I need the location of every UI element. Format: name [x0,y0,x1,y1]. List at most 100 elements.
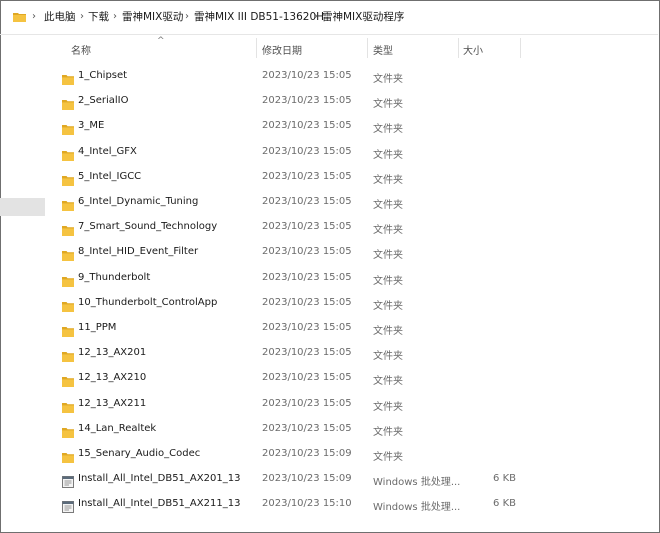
file-name: 4_Intel_GFX [78,145,137,157]
file-modified-date: 2023/10/23 15:05 [262,322,352,333]
file-modified-date: 2023/10/23 15:05 [262,271,352,283]
folder-icon [62,347,74,363]
file-name: 12_13_AX201 [78,347,147,359]
column-divider[interactable] [367,38,368,58]
file-size: 6 KB [493,473,516,485]
column-header: 名称 修改日期 类型 大小 [0,35,658,61]
file-row[interactable]: 12_13_AX211 2023/10/23 15:05 文件夹 [0,393,658,417]
file-modified-date: 2023/10/23 15:05 [262,296,352,308]
file-row[interactable]: 7_Smart_Sound_Technology 2023/10/23 15:05… [0,216,658,240]
file-row[interactable]: 14_Lan_Realtek 2023/10/23 15:05 文件夹 [0,418,658,442]
folder-icon [62,272,74,287]
file-name: 9_Thunderbolt [78,271,151,283]
breadcrumb-downloads[interactable]: 下载 [88,10,109,24]
file-row[interactable]: 1_Chipset 2023/10/23 15:05 文件夹 [0,65,658,89]
file-modified-date: 2023/10/23 15:10 [262,498,352,510]
file-name: 5_Intel_IGCC [78,170,142,182]
file-name: 10_Thunderbolt_ControlApp [78,296,218,308]
file-row[interactable]: 6_Intel_Dynamic_Tuning 2023/10/23 15:05 文件… [0,191,658,215]
folder-icon [62,221,74,237]
file-row[interactable]: 8_Intel_HID_Event_Filter 2023/10/23 15:05… [0,241,658,265]
file-modified-date: 2023/10/23 15:09 [262,448,352,459]
file-modified-date: 2023/10/23 15:05 [262,120,352,132]
batch-file-icon [62,473,74,489]
file-name: 2_SerialIO [78,95,129,107]
file-row[interactable]: 4_Intel_GFX 2023/10/23 15:05 文件夹 [0,141,658,165]
file-modified-date: 2023/10/23 15:05 [262,95,352,107]
file-name: Install_All_Intel_DB51_AX211_13 [78,498,241,510]
file-row[interactable]: 10_Thunderbolt_ControlApp 2023/10/23 15:0… [0,292,658,316]
file-type: 文件夹 [373,225,403,237]
file-row[interactable]: 11_PPM 2023/10/23 15:05 文件夹 [0,317,658,341]
chevron-right-icon: › [32,11,36,22]
column-header-name[interactable]: 名称 [71,42,91,57]
file-row[interactable]: 12_13_AX210 2023/10/23 15:05 文件夹 [0,367,658,391]
file-name: Install_All_Intel_DB51_AX201_13 [78,473,241,485]
file-type: 文件夹 [373,124,403,136]
file-name: 1_Chipset [78,70,128,81]
chevron-right-icon: › [113,11,117,22]
folder-icon [62,322,74,337]
file-name: 12_13_AX211 [78,397,147,409]
file-name: 15_Senary_Audio_Codec [78,448,201,459]
file-modified-date: 2023/10/23 15:05 [262,246,352,258]
file-row[interactable]: 5_Intel_IGCC 2023/10/23 15:05 文件夹 [0,166,658,190]
breadcrumb-current[interactable]: 雷神MIX驱动程序 [322,10,404,24]
file-type: 文件夹 [373,376,403,388]
file-name: 12_13_AX210 [78,372,147,384]
file-modified-date: 2023/10/23 15:05 [262,422,352,434]
column-divider[interactable] [458,38,459,58]
file-row[interactable]: 12_13_AX201 2023/10/23 15:05 文件夹 [0,342,658,366]
folder-icon [62,146,74,161]
folder-icon [62,171,74,186]
folder-icon [62,372,74,388]
file-size: 6 KB [493,498,516,510]
file-row[interactable]: 3_ME 2023/10/23 15:05 文件夹 [0,115,658,139]
file-type: 文件夹 [373,452,403,463]
file-modified-date: 2023/10/23 15:05 [262,196,352,207]
file-modified-date: 2023/10/23 15:05 [262,397,352,409]
folder-icon [62,448,74,463]
folder-icon [62,297,74,312]
file-type: 文件夹 [373,250,403,262]
breadcrumb: › 此电脑 › 下载 › 雷神MIX驱动 › 雷神MIX III DB51-13… [0,0,658,35]
file-type: Windows 批处理... [373,477,461,489]
breadcrumb-model[interactable]: 雷神MIX III DB51-13620H [194,10,324,24]
file-name: 8_Intel_HID_Event_Filter [78,246,199,258]
sort-ascending-icon: ^ [157,36,165,46]
file-modified-date: 2023/10/23 15:09 [262,473,352,485]
folder-icon [62,70,74,85]
file-row[interactable]: Install_All_Intel_DB51_AX211_13 2023/10/2… [0,493,658,517]
file-modified-date: 2023/10/23 15:05 [262,170,352,182]
file-row[interactable]: 2_SerialIO 2023/10/23 15:05 文件夹 [0,90,658,114]
folder-icon [62,196,74,211]
chevron-right-icon: › [185,11,189,22]
chevron-right-icon: › [80,11,84,22]
file-type: Windows 批处理... [373,502,461,514]
breadcrumb-mix-drivers[interactable]: 雷神MIX驱动 [122,10,183,24]
file-name: 14_Lan_Realtek [78,422,157,434]
chevron-right-icon: › [314,11,318,22]
file-modified-date: 2023/10/23 15:05 [262,221,352,233]
file-row[interactable]: Install_All_Intel_DB51_AX201_13 2023/10/2… [0,468,658,492]
file-type: 文件夹 [373,426,403,438]
column-divider[interactable] [520,38,521,58]
file-type: 文件夹 [373,74,403,85]
file-type: 文件夹 [373,149,403,161]
breadcrumb-this-pc[interactable]: 此电脑 [44,10,76,24]
column-header-date[interactable]: 修改日期 [262,42,302,57]
file-type: 文件夹 [373,300,403,312]
column-divider[interactable] [256,38,257,58]
file-name: 6_Intel_Dynamic_Tuning [78,196,199,207]
column-header-size[interactable]: 大小 [463,42,483,57]
column-header-type[interactable]: 类型 [373,42,393,57]
folder-icon [62,398,74,413]
file-row[interactable]: 9_Thunderbolt 2023/10/23 15:05 文件夹 [0,267,658,291]
file-row[interactable]: 15_Senary_Audio_Codec 2023/10/23 15:09 文件夹 [0,443,658,467]
file-type: 文件夹 [373,200,403,211]
file-type: 文件夹 [373,326,403,337]
file-type: 文件夹 [373,351,403,363]
folder-icon [62,95,74,111]
file-name: 11_PPM [78,322,117,333]
file-type: 文件夹 [373,275,403,287]
